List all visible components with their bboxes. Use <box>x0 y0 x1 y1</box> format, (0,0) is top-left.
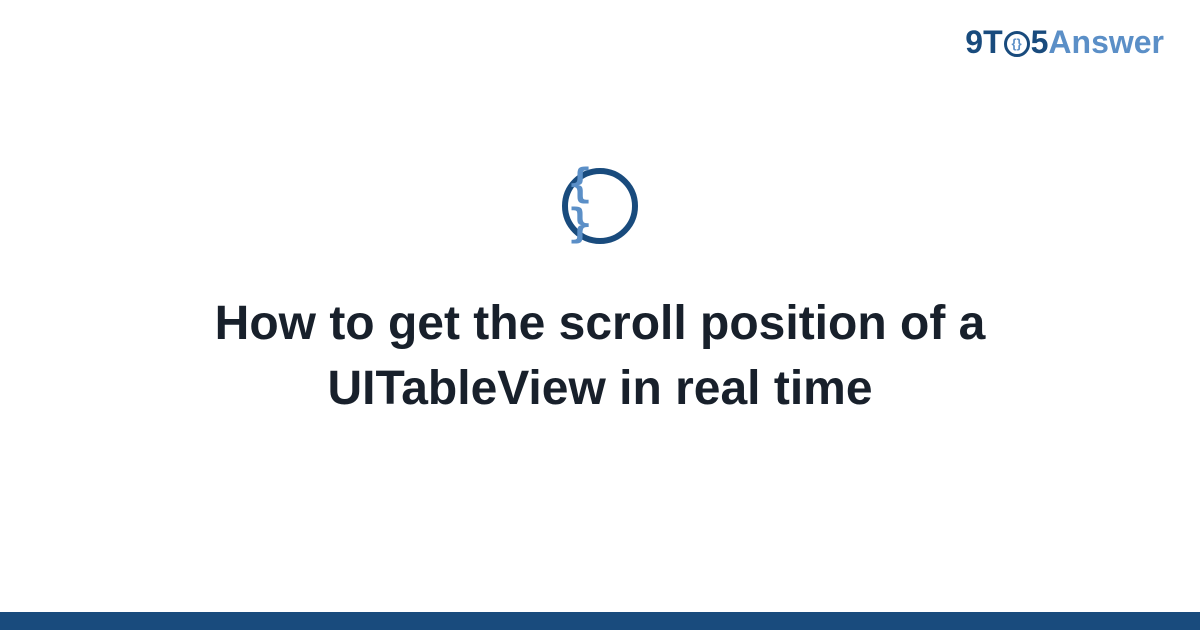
main-content: { } How to get the scroll position of a … <box>0 0 1200 630</box>
code-badge-symbol: { } <box>568 164 632 244</box>
page-title: How to get the scroll position of a UITa… <box>120 292 1080 422</box>
footer-accent-bar <box>0 612 1200 630</box>
code-badge-icon: { } <box>562 168 638 244</box>
